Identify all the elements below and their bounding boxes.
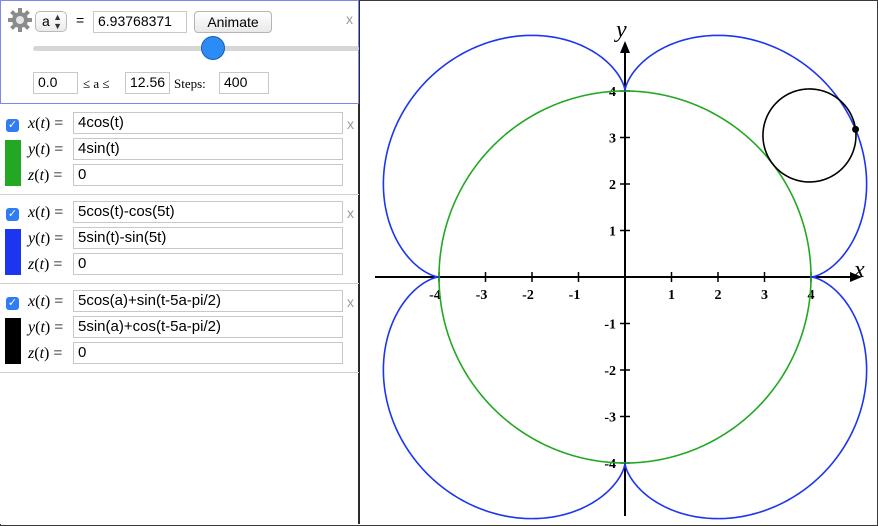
gear-icon[interactable] [7, 7, 33, 33]
x-tick-label: -2 [522, 288, 534, 303]
y-tick-label: 2 [609, 178, 616, 193]
curve-1-z-input[interactable]: 0 [73, 164, 343, 186]
curve-2-z-input[interactable]: 0 [73, 253, 343, 275]
curve-3-y-label: y(t) = [28, 319, 64, 336]
curve-2-close-button[interactable]: x [347, 205, 354, 221]
curve-block-2: ✓ x x(t) = 5cos(t)-cos(5t) y(t) = 5sin(t… [0, 195, 359, 284]
x-tick-label: 1 [668, 288, 675, 303]
slider-value-input[interactable]: 6.93768371 [93, 11, 187, 33]
curve-3-x-input[interactable]: 5cos(a)+sin(t-5a-pi/2) [73, 290, 343, 312]
x-tick-label: -3 [476, 288, 488, 303]
y-tick-label: -1 [604, 318, 616, 333]
rolling-circle-curve [762, 88, 857, 183]
y-tick-label: 3 [609, 132, 616, 147]
curve-3-checkbox[interactable]: ✓ [6, 297, 19, 310]
variable-select-value: a [42, 13, 50, 29]
curve-2-x-input[interactable]: 5cos(t)-cos(5t) [73, 201, 343, 223]
curve-3-x-label: x(t) = [28, 293, 64, 310]
curve-1-checkbox[interactable]: ✓ [6, 119, 19, 132]
curve-1-x-label: x(t) = [28, 115, 64, 132]
curve-2-z-label: z(t) = [28, 256, 63, 273]
curve-1-close-button[interactable]: x [347, 116, 354, 132]
curve-1-y-label: y(t) = [28, 141, 64, 158]
y-tick-label: 1 [609, 225, 616, 240]
y-tick-label: -4 [604, 457, 616, 472]
tracing-point [852, 125, 860, 133]
curve-3-close-button[interactable]: x [347, 294, 354, 310]
curve-2-y-label: y(t) = [28, 230, 64, 247]
curve-3-z-label: z(t) = [28, 345, 63, 362]
x-tick-label: -1 [569, 288, 581, 303]
x-tick-label: 2 [715, 288, 722, 303]
curve-1-color-swatch[interactable] [5, 140, 21, 186]
curve-1-z-label: z(t) = [28, 167, 63, 184]
curve-2-y-input[interactable]: 5sin(t)-sin(5t) [73, 227, 343, 249]
x-axis-label: x [853, 257, 865, 283]
curve-3-color-swatch[interactable] [5, 318, 21, 364]
curve-1-x-input[interactable]: 4cos(t) [73, 112, 343, 134]
close-slider-button[interactable]: x [346, 11, 353, 27]
curve-3-y-input[interactable]: 5sin(a)+cos(t-5a-pi/2) [73, 316, 343, 338]
curve-block-3: ✓ x x(t) = 5cos(a)+sin(t-5a-pi/2) y(t) =… [0, 284, 359, 373]
plot-area[interactable]: xy-4 -3 -2 -1 1 2 3 44321-1-2-3-4 [362, 1, 877, 524]
y-tick-label: 4 [609, 85, 616, 100]
slider-block: a ▲ ▼ = 6.93768371 Animate x 0.0 ≤ a ≤ 12… [0, 0, 359, 104]
y-axis-label: y [614, 17, 627, 43]
slider-track[interactable] [33, 46, 359, 51]
steps-input[interactable]: 400 [219, 72, 269, 94]
updown-arrows-icon: ▲ ▼ [53, 12, 62, 31]
curve-2-x-label: x(t) = [28, 204, 64, 221]
expression-panel: a ▲ ▼ = 6.93768371 Animate x 0.0 ≤ a ≤ 12… [0, 0, 360, 524]
curve-2-checkbox[interactable]: ✓ [6, 208, 19, 221]
curve-2-color-swatch[interactable] [5, 229, 21, 275]
curve-1-y-input[interactable]: 4sin(t) [73, 138, 343, 160]
curve-block-1: ✓ x x(t) = 4cos(t) y(t) = 4sin(t) z(t) =… [0, 106, 359, 195]
animate-button[interactable]: Animate [194, 11, 272, 33]
curve-3-z-input[interactable]: 0 [73, 342, 343, 364]
y-tick-label: -2 [604, 364, 616, 379]
y-tick-label: -3 [604, 411, 616, 426]
max-input[interactable]: 12.56 [125, 72, 170, 94]
variable-select[interactable]: a ▲ ▼ [35, 11, 67, 32]
slider-thumb[interactable] [200, 36, 225, 60]
steps-label: Steps: [174, 76, 206, 91]
min-input[interactable]: 0.0 [33, 72, 78, 94]
x-tick-label: 3 [761, 288, 768, 303]
equals-sign: = [76, 12, 85, 28]
range-label: ≤ a ≤ [83, 76, 110, 91]
